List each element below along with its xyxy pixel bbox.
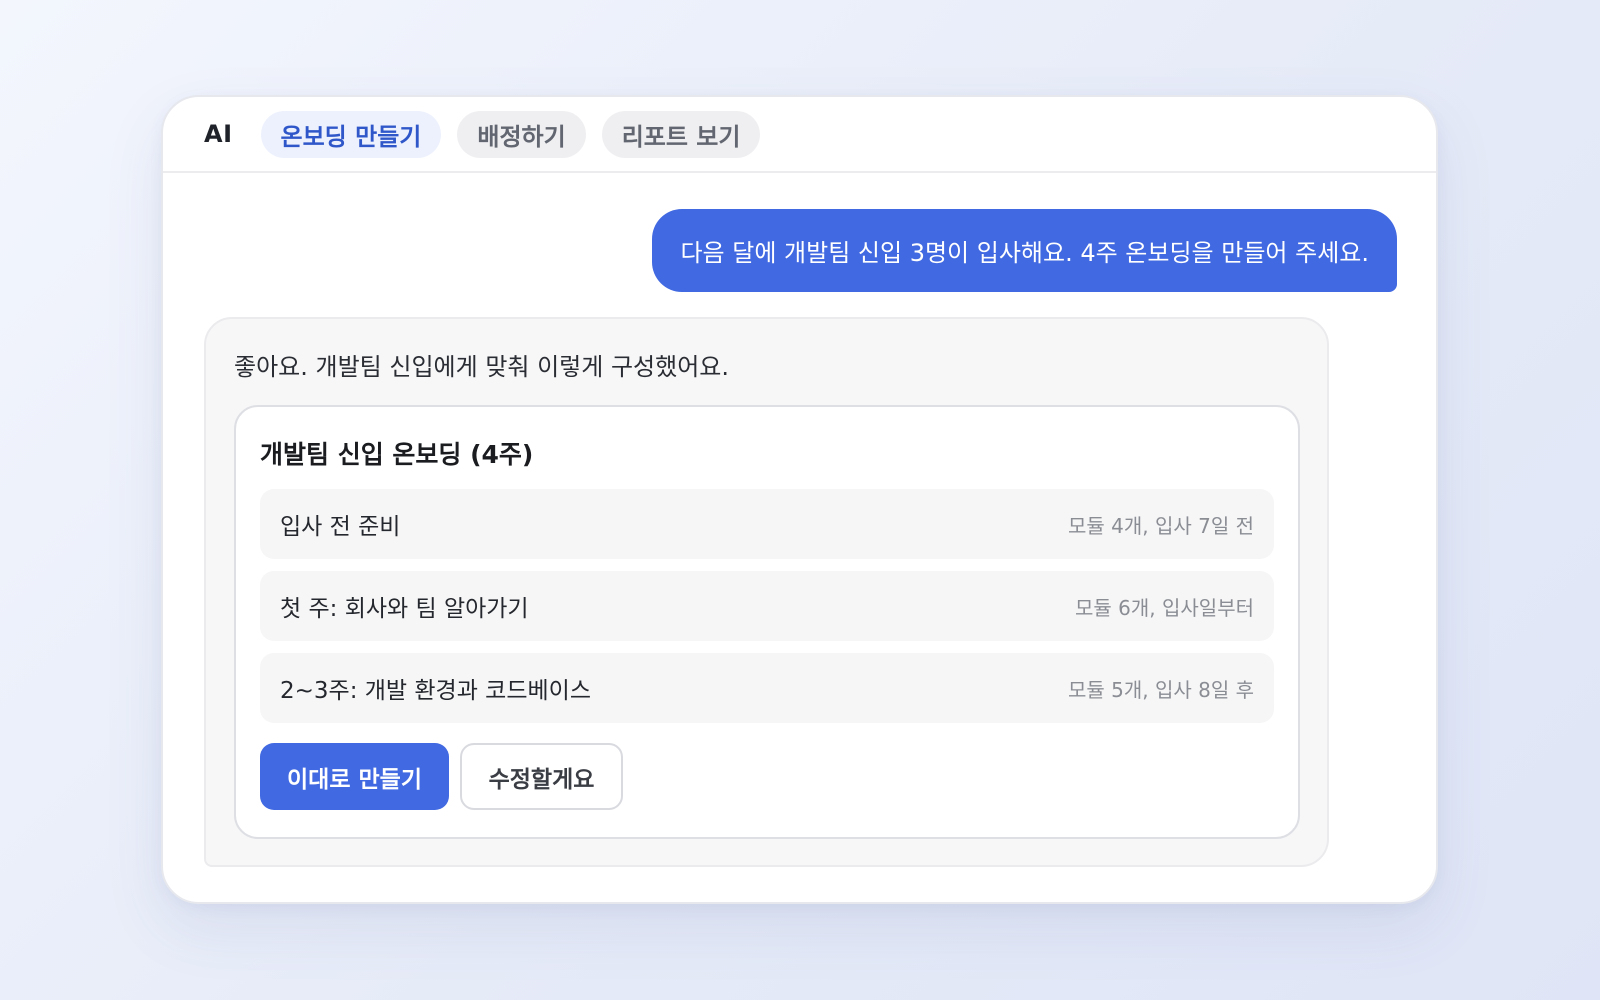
plan-row-meta: 모듈 4개, 입사 7일 전 [1067, 513, 1254, 538]
plan-row: 2~3주: 개발 환경과 코드베이스 모듈 5개, 입사 8일 후 [260, 653, 1274, 723]
plan-row-label: 입사 전 준비 [280, 514, 401, 540]
plan-row: 첫 주: 회사와 팀 알아가기 모듈 6개, 입사일부터 [260, 571, 1274, 641]
create-as-is-button[interactable]: 이대로 만들기 [260, 743, 449, 810]
tab-reports[interactable]: 리포트 보기 [601, 110, 761, 158]
tab-assign[interactable]: 배정하기 [457, 110, 586, 158]
onboarding-plan-card: 개발팀 신입 온보딩 (4주) 입사 전 준비 모듈 4개, 입사 7일 전 첫… [234, 405, 1300, 839]
plan-row-label: 첫 주: 회사와 팀 알아가기 [280, 596, 529, 622]
plan-row: 입사 전 준비 모듈 4개, 입사 7일 전 [260, 489, 1274, 559]
plan-row-meta: 모듈 6개, 입사일부터 [1075, 595, 1254, 620]
ai-message-bubble: 좋아요. 개발팀 신입에게 맞춰 이렇게 구성했어요. 개발팀 신입 온보딩 (… [204, 317, 1329, 867]
edit-plan-button[interactable]: 수정할게요 [460, 743, 623, 810]
tab-bar: AI 온보딩 만들기 배정하기 리포트 보기 [163, 97, 1436, 173]
brand-label: AI [204, 120, 233, 148]
user-message-bubble: 다음 달에 개발팀 신입 3명이 입사해요. 4주 온보딩을 만들어 주세요. [652, 209, 1397, 292]
tab-create-onboarding[interactable]: 온보딩 만들기 [260, 110, 442, 158]
ai-message-text: 좋아요. 개발팀 신입에게 맞춰 이렇게 구성했어요. [234, 353, 730, 381]
plan-row-meta: 모듈 5개, 입사 8일 후 [1067, 677, 1254, 702]
user-message-text: 다음 달에 개발팀 신입 3명이 입사해요. 4주 온보딩을 만들어 주세요. [680, 239, 1369, 267]
plan-row-label: 2~3주: 개발 환경과 코드베이스 [280, 678, 591, 704]
plan-title: 개발팀 신입 온보딩 (4주) [260, 440, 534, 469]
chat-window: AI 온보딩 만들기 배정하기 리포트 보기 다음 달에 개발팀 신입 3명이 … [161, 95, 1438, 904]
